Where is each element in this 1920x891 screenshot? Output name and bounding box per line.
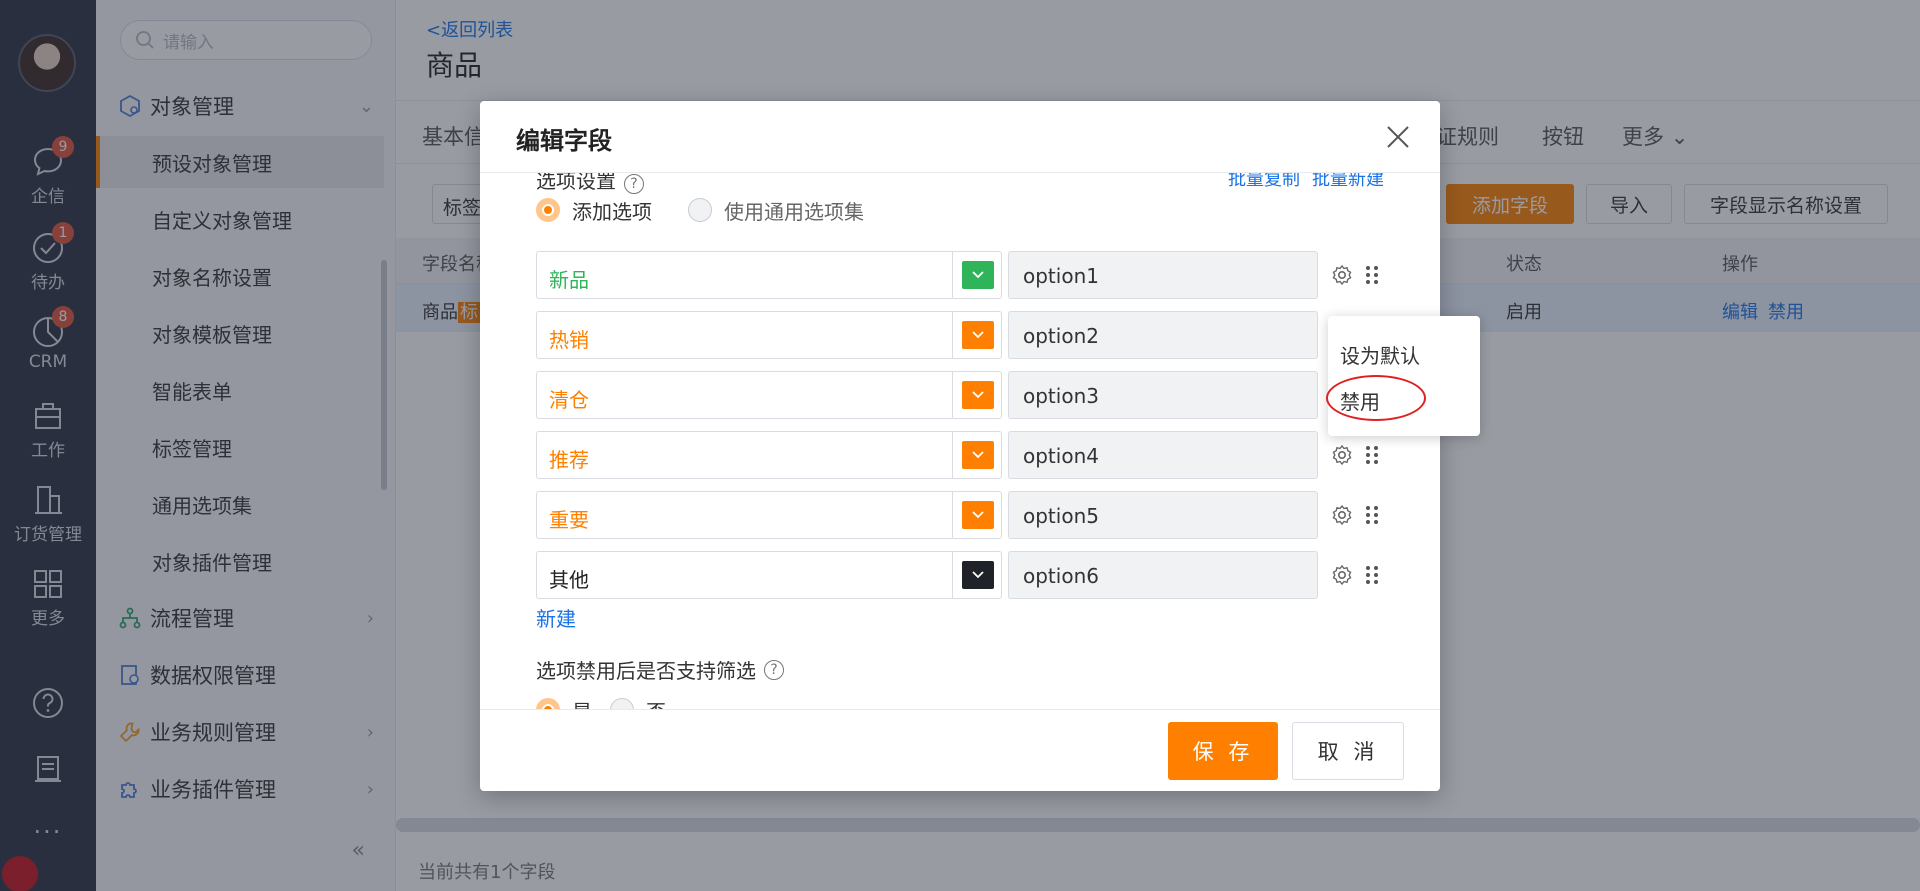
drag-handle-icon[interactable] bbox=[1362, 443, 1382, 467]
chevron-down-icon bbox=[971, 331, 984, 339]
filter-question-text: 选项禁用后是否支持筛选 bbox=[536, 659, 756, 683]
filter-support-label: 选项禁用后是否支持筛选? bbox=[536, 655, 784, 684]
color-swatch bbox=[961, 381, 994, 409]
save-button[interactable]: 保 存 bbox=[1168, 722, 1278, 780]
option-value-input[interactable]: option3 bbox=[1008, 371, 1318, 419]
option-row: 其他 option6 bbox=[536, 551, 1378, 599]
option-source-radio-group: 添加选项 使用通用选项集 bbox=[536, 195, 904, 225]
batch-copy-link[interactable]: 批量复制 bbox=[1228, 173, 1300, 190]
radio-label: 添加选项 bbox=[572, 199, 652, 224]
radio-common-set[interactable] bbox=[688, 198, 712, 222]
drag-handle-icon[interactable] bbox=[1362, 263, 1382, 287]
option-value-input[interactable]: option6 bbox=[1008, 551, 1318, 599]
gear-icon[interactable] bbox=[1330, 563, 1354, 587]
option-value-input[interactable]: option1 bbox=[1008, 251, 1318, 299]
gear-icon[interactable] bbox=[1330, 263, 1354, 287]
color-swatch bbox=[961, 261, 994, 289]
radio-no[interactable] bbox=[610, 698, 634, 709]
radio-add-options[interactable] bbox=[536, 198, 560, 222]
option-row: 新品 option1 bbox=[536, 251, 1378, 299]
color-swatch bbox=[961, 501, 994, 529]
option-value-input[interactable]: option5 bbox=[1008, 491, 1318, 539]
batch-links: 批量复制 批量新建 bbox=[1216, 173, 1384, 191]
add-option-link[interactable]: 新建 bbox=[536, 603, 576, 632]
radio-label: 是 bbox=[572, 696, 592, 710]
radio-label: 否 bbox=[646, 696, 666, 710]
dialog-title: 编辑字段 bbox=[516, 127, 612, 155]
color-picker[interactable] bbox=[952, 252, 1002, 298]
drag-handle-icon[interactable] bbox=[1362, 503, 1382, 527]
color-picker[interactable] bbox=[952, 312, 1002, 358]
option-row: 推荐 option4 bbox=[536, 431, 1378, 479]
help-icon[interactable]: ? bbox=[624, 174, 644, 194]
set-default-menu-item[interactable]: 设为默认 bbox=[1340, 340, 1420, 369]
annotation-circle bbox=[1326, 375, 1426, 421]
gear-icon[interactable] bbox=[1330, 503, 1354, 527]
option-label-input[interactable]: 清仓 bbox=[536, 371, 1002, 419]
help-icon[interactable]: ? bbox=[764, 659, 784, 680]
option-row: 重要 option5 bbox=[536, 491, 1378, 539]
option-settings-label: 选项设置? bbox=[536, 173, 644, 194]
color-swatch bbox=[961, 441, 994, 469]
cancel-button[interactable]: 取 消 bbox=[1292, 722, 1404, 780]
color-picker[interactable] bbox=[952, 432, 1002, 478]
chevron-down-icon bbox=[971, 271, 984, 279]
radio-yes[interactable] bbox=[536, 698, 560, 709]
option-label-input[interactable]: 推荐 bbox=[536, 431, 1002, 479]
radio-label: 使用通用选项集 bbox=[724, 199, 864, 224]
edit-field-dialog: 编辑字段 选项设置? 批量复制 批量新建 添加选项 使用通用选项集 新品 opti… bbox=[480, 101, 1440, 791]
option-label-input[interactable]: 其他 bbox=[536, 551, 1002, 599]
option-label-input[interactable]: 新品 bbox=[536, 251, 1002, 299]
option-row: 清仓 option3 bbox=[536, 371, 1376, 419]
color-picker[interactable] bbox=[952, 372, 1002, 418]
close-icon[interactable] bbox=[1382, 121, 1414, 153]
drag-handle-icon[interactable] bbox=[1362, 563, 1382, 587]
color-picker[interactable] bbox=[952, 552, 1002, 598]
option-label-input[interactable]: 重要 bbox=[536, 491, 1002, 539]
filter-support-radio-group: 是 否 bbox=[536, 695, 666, 709]
color-swatch bbox=[961, 561, 994, 589]
batch-new-link[interactable]: 批量新建 bbox=[1312, 173, 1384, 190]
dialog-header: 编辑字段 bbox=[480, 101, 1440, 173]
gear-icon[interactable] bbox=[1330, 443, 1354, 467]
option-value-input[interactable]: option2 bbox=[1008, 311, 1318, 359]
dialog-body: 选项设置? 批量复制 批量新建 添加选项 使用通用选项集 新品 option1 热… bbox=[480, 173, 1440, 709]
option-row: 热销 option2 bbox=[536, 311, 1376, 359]
chevron-down-icon bbox=[971, 391, 984, 399]
section-label-text: 选项设置 bbox=[536, 173, 616, 193]
chevron-down-icon bbox=[971, 511, 984, 519]
color-picker[interactable] bbox=[952, 492, 1002, 538]
option-label-input[interactable]: 热销 bbox=[536, 311, 1002, 359]
chevron-down-icon bbox=[971, 451, 984, 459]
color-swatch bbox=[961, 321, 994, 349]
option-value-input[interactable]: option4 bbox=[1008, 431, 1318, 479]
dialog-footer: 保 存 取 消 bbox=[480, 709, 1440, 791]
chevron-down-icon bbox=[971, 571, 984, 579]
